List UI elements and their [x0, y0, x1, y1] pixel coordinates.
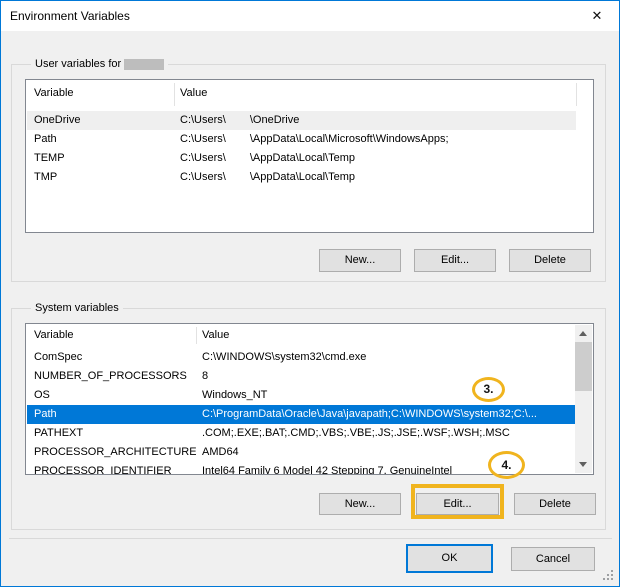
variable-cell: Path [27, 405, 196, 424]
system-table-header: Variable Value [27, 324, 592, 347]
user-variables-table: Variable Value OneDrive C:\Users\\OneDri… [25, 79, 594, 233]
variable-cell: OneDrive [27, 111, 174, 130]
user-edit-button[interactable]: Edit... [414, 249, 496, 272]
cancel-button[interactable]: Cancel [511, 547, 595, 571]
system-variables-label: System variables [31, 302, 123, 314]
title-bar: Environment Variables ✕ [1, 1, 619, 31]
redacted-username-gap [226, 122, 250, 123]
table-row-tmp[interactable]: TMP C:\Users\\AppData\Local\Temp [27, 168, 592, 187]
chevron-down-icon [579, 462, 587, 467]
scroll-down-button[interactable] [575, 456, 592, 473]
system-delete-button[interactable]: Delete [514, 493, 596, 515]
ok-button[interactable]: OK [406, 544, 493, 573]
value-cell: .COM;.EXE;.BAT;.CMD;.VBS;.VBE;.JS;.JSE;.… [196, 424, 592, 443]
table-row-number-of-processors[interactable]: NUMBER_OF_PROCESSORS 8 [27, 367, 592, 386]
annotation-step-3-circle: 3. [472, 377, 505, 402]
annotation-edit-highlight-box [411, 484, 504, 519]
variable-cell: ComSpec [27, 348, 196, 367]
user-table-header: Variable Value [27, 80, 592, 110]
resize-grip[interactable] [611, 578, 613, 580]
value-cell: C:\Users\\AppData\Local\Temp [174, 168, 592, 187]
column-divider[interactable] [576, 83, 577, 106]
variable-cell: TEMP [27, 149, 174, 168]
value-cell: Intel64 Family 6 Model 42 Stepping 7, Ge… [196, 462, 592, 475]
redacted-username-gap [226, 179, 250, 180]
scrollbar-thumb[interactable] [575, 342, 592, 391]
user-new-button[interactable]: New... [319, 249, 401, 272]
redacted-username [124, 59, 164, 70]
variable-cell: OS [27, 386, 196, 405]
annotation-step-4-circle: 4. [488, 451, 525, 479]
redacted-username-gap [226, 160, 250, 161]
variable-cell: NUMBER_OF_PROCESSORS [27, 367, 196, 386]
variable-cell: PATHEXT [27, 424, 196, 443]
variable-cell: Path [27, 130, 174, 149]
variable-cell: PROCESSOR_IDENTIFIER [27, 462, 196, 475]
table-row-comspec[interactable]: ComSpec C:\WINDOWS\system32\cmd.exe [27, 348, 592, 367]
value-cell: C:\Users\\AppData\Local\Microsoft\Window… [174, 130, 592, 149]
value-cell: Windows_NT [196, 386, 592, 405]
column-header-value[interactable]: Value [174, 80, 592, 110]
column-header-variable[interactable]: Variable [27, 80, 174, 110]
table-row-temp[interactable]: TEMP C:\Users\\AppData\Local\Temp [27, 149, 592, 168]
table-row-pathext[interactable]: PATHEXT .COM;.EXE;.BAT;.CMD;.VBS;.VBE;.J… [27, 424, 592, 443]
value-cell: AMD64 [196, 443, 592, 462]
scroll-up-button[interactable] [575, 325, 592, 342]
table-row-os[interactable]: OS Windows_NT [27, 386, 592, 405]
table-row-onedrive[interactable]: OneDrive C:\Users\\OneDrive [27, 111, 576, 130]
column-divider[interactable] [196, 327, 197, 344]
system-new-button[interactable]: New... [319, 493, 401, 515]
vertical-scrollbar[interactable] [575, 325, 592, 473]
chevron-up-icon [579, 331, 587, 336]
user-delete-button[interactable]: Delete [509, 249, 591, 272]
value-cell: C:\Users\\AppData\Local\Temp [174, 149, 592, 168]
column-divider[interactable] [174, 83, 175, 106]
column-header-variable[interactable]: Variable [27, 324, 196, 347]
user-variables-label: User variables for [31, 58, 168, 70]
footer-separator [9, 538, 612, 539]
close-icon[interactable]: ✕ [585, 1, 609, 31]
redacted-username-gap [226, 141, 250, 142]
value-cell: C:\ProgramData\Oracle\Java\javapath;C:\W… [196, 405, 577, 424]
table-row-path-selected[interactable]: Path C:\ProgramData\Oracle\Java\javapath… [27, 405, 577, 424]
window-title: Environment Variables [10, 1, 130, 31]
value-cell: C:\Users\\OneDrive [174, 111, 576, 130]
column-header-value[interactable]: Value [196, 324, 592, 347]
variable-cell: TMP [27, 168, 174, 187]
variable-cell: PROCESSOR_ARCHITECTURE [27, 443, 196, 462]
value-cell: C:\WINDOWS\system32\cmd.exe [196, 348, 592, 367]
environment-variables-dialog: Environment Variables ✕ User variables f… [0, 0, 620, 587]
table-row-path[interactable]: Path C:\Users\\AppData\Local\Microsoft\W… [27, 130, 592, 149]
value-cell: 8 [196, 367, 592, 386]
